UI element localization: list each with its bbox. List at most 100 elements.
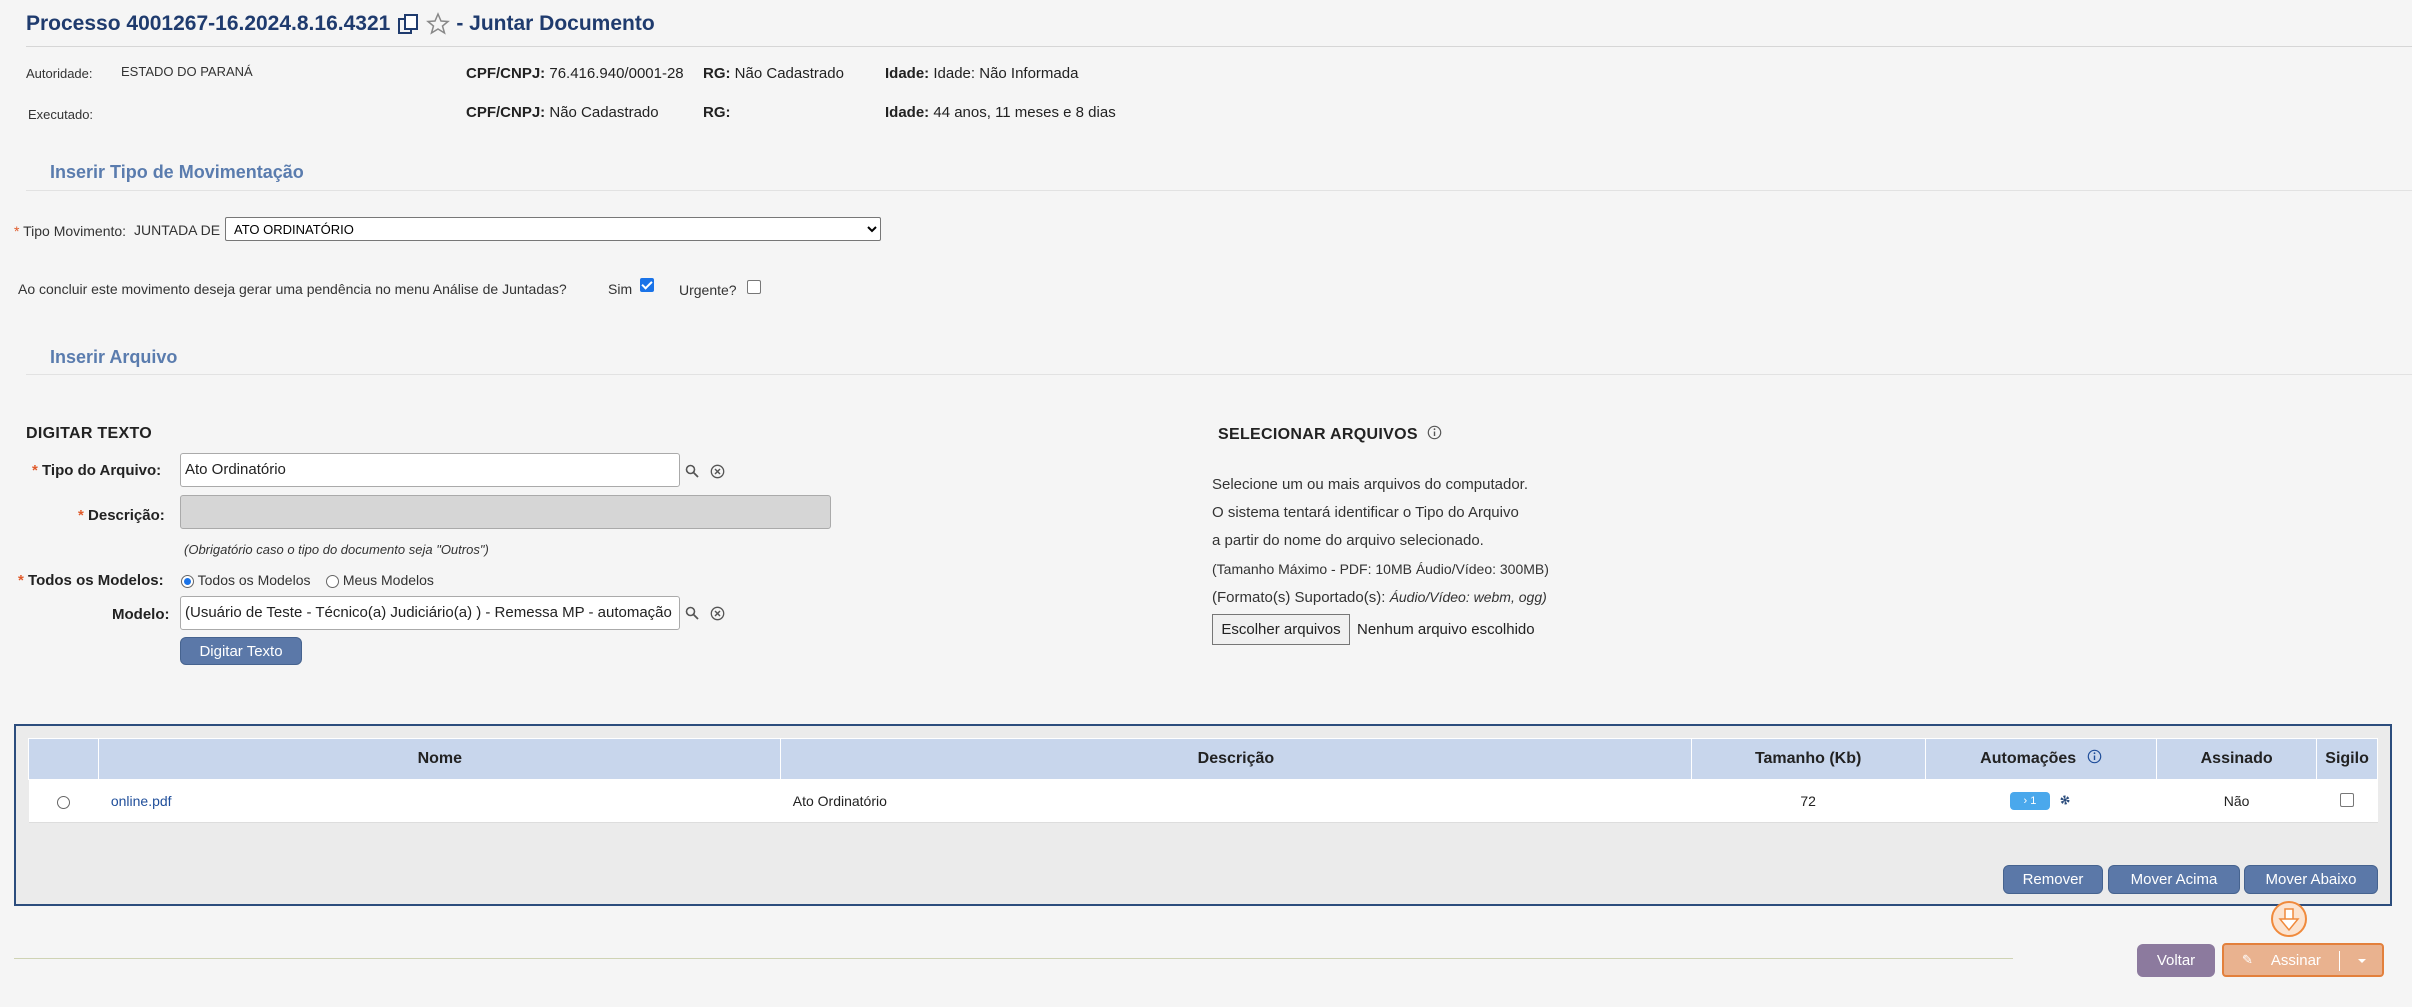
pendencia-question: Ao concluir este movimento deseja gerar …: [18, 281, 567, 297]
row-automacoes-cell: › 1: [1925, 779, 2157, 823]
autoridade-label: Autoridade:: [26, 66, 93, 81]
descricao-input[interactable]: [180, 495, 831, 529]
button-separator: [2339, 951, 2340, 971]
idade-1: Idade: Idade: Não Informada: [885, 65, 1078, 82]
col-automacoes-label: Automações: [1980, 750, 2077, 768]
radio-todos-button[interactable]: [181, 574, 194, 588]
sigilo-checkbox[interactable]: [2340, 792, 2355, 807]
assinar-button[interactable]: ✎ Assinar: [2222, 943, 2384, 977]
gear-icon[interactable]: [2058, 793, 2072, 810]
help-line-5-prefix: (Formato(s) Suportado(s):: [1212, 589, 1386, 606]
voltar-button[interactable]: Voltar: [2137, 944, 2215, 977]
assinar-label: Assinar: [2270, 951, 2321, 969]
divider: [26, 374, 2412, 375]
radio-todos-label: Todos os Modelos: [197, 572, 311, 588]
tipo-arquivo-input[interactable]: Ato Ordinatório: [180, 453, 680, 487]
cpf-2-value: Não Cadastrado: [549, 104, 659, 121]
clear-icon[interactable]: [709, 463, 725, 479]
todos-modelos-label-text: Todos os Modelos:: [28, 572, 164, 589]
search-icon[interactable]: [684, 605, 700, 621]
process-title: Processo 4001267-16.2024.8.16.4321: [26, 12, 391, 35]
selecionar-help: Selecione um ou mais arquivos do computa…: [1212, 471, 1549, 612]
selecionar-arquivos-text: SELECIONAR ARQUIVOS: [1218, 426, 1418, 444]
tipo-movimento-label: * Tipo Movimento:: [14, 223, 127, 239]
tipo-arquivo-label: * Tipo do Arquivo:: [32, 462, 162, 479]
mover-abaixo-button[interactable]: Mover Abaixo: [2244, 865, 2378, 894]
obrigatorio-hint: (Obrigatório caso o tipo do documento se…: [184, 542, 489, 557]
help-line-1: Selecione um ou mais arquivos do computa…: [1212, 476, 1529, 493]
tipo-movimento-select[interactable]: ATO ORDINATÓRIO: [225, 217, 881, 241]
digitar-texto-button[interactable]: Digitar Texto: [180, 637, 302, 665]
info-icon: [1427, 425, 1442, 445]
modelo-input[interactable]: (Usuário de Teste - Técnico(a) Judiciári…: [180, 596, 680, 630]
row-tamanho-cell: 72: [1691, 779, 1926, 823]
arrow-down-icon: [2270, 900, 2308, 943]
divider: [26, 190, 2412, 191]
help-line-4: (Tamanho Máximo - PDF: 10MB Áudio/Vídeo:…: [1212, 561, 1549, 577]
radio-meus-button[interactable]: [326, 574, 339, 588]
table-header-row: Nome Descrição Tamanho (Kb) Automações A…: [27, 738, 2378, 780]
idade-1-value: Idade: Não Informada: [933, 65, 1079, 82]
help-line-2: O sistema tentará identificar o Tipo do …: [1212, 504, 1519, 521]
col-automacoes: Automações: [1924, 738, 2158, 780]
juntada-prefix: JUNTADA DE: [134, 222, 221, 238]
idade-2-value: 44 anos, 11 meses e 8 dias: [933, 104, 1116, 121]
footer-divider: [14, 958, 2013, 959]
radio-meus[interactable]: Meus Modelos: [326, 572, 434, 588]
table-row[interactable]: online.pdf Ato Ordinatório 72 › 1 Não: [28, 779, 2378, 823]
cpf-1: CPF/CNPJ: 76.416.940/0001-28: [466, 65, 684, 82]
urgente-checkbox[interactable]: [747, 280, 761, 294]
mover-acima-button[interactable]: Mover Acima: [2108, 865, 2240, 894]
section-arquivo-title: Inserir Arquivo: [50, 347, 178, 367]
cpf-2-label: CPF/CNPJ:: [466, 104, 546, 121]
row-nome-cell: online.pdf: [98, 779, 781, 823]
files-table: Nome Descrição Tamanho (Kb) Automações A…: [27, 738, 2378, 823]
chevron-down-icon[interactable]: [2356, 954, 2368, 971]
help-line-3: a partir do nome do arquivo selecionado.: [1212, 532, 1484, 549]
tipo-arquivo-label-text: Tipo do Arquivo:: [42, 462, 162, 479]
rg-1-label: RG:: [703, 65, 731, 82]
idade-2-label: Idade:: [885, 104, 930, 121]
row-select-radio[interactable]: [57, 795, 71, 809]
row-sigilo-cell: [2316, 779, 2378, 823]
digitar-texto-heading: DIGITAR TEXTO: [26, 425, 152, 442]
file-link[interactable]: online.pdf: [111, 793, 172, 809]
page-title: Processo 4001267-16.2024.8.16.4321 - Jun…: [26, 12, 655, 36]
row-assinado-cell: Não: [2156, 779, 2317, 823]
choose-files-button[interactable]: Escolher arquivos: [1212, 614, 1350, 645]
col-nome[interactable]: Nome: [98, 738, 782, 780]
modelo-label: Modelo:: [112, 606, 170, 623]
selecionar-arquivos-heading: SELECIONAR ARQUIVOS: [1218, 425, 1442, 445]
col-assinado: Assinado: [2156, 738, 2318, 780]
rg-1: RG: Não Cadastrado: [703, 65, 844, 82]
urgente-label: Urgente?: [679, 282, 737, 298]
automation-badge[interactable]: › 1: [2009, 792, 2050, 811]
executado-label: Executado:: [28, 107, 94, 122]
idade-1-label: Idade:: [885, 65, 930, 82]
star-icon[interactable]: [426, 12, 451, 36]
help-line-5-formats: Áudio/Vídeo: webm, ogg): [1389, 589, 1547, 605]
descricao-label-text: Descrição:: [88, 507, 165, 524]
cpf-1-label: CPF/CNPJ:: [466, 65, 546, 82]
radio-meus-label: Meus Modelos: [342, 572, 434, 588]
cpf-2: CPF/CNPJ: Não Cadastrado: [466, 104, 659, 121]
radio-todos[interactable]: Todos os Modelos: [181, 572, 310, 588]
copy-icon[interactable]: [396, 12, 420, 36]
search-icon[interactable]: [684, 463, 700, 479]
sim-checkbox[interactable]: [640, 278, 654, 292]
descricao-label: * Descrição:: [78, 507, 165, 524]
tipo-movimento-label-text: Tipo Movimento:: [23, 223, 127, 239]
remover-button[interactable]: Remover: [2003, 865, 2103, 894]
sign-icon: ✎: [2242, 952, 2253, 967]
help-line-5: (Formato(s) Suportado(s): Áudio/Vídeo: w…: [1212, 583, 1549, 612]
col-sigilo: Sigilo: [2316, 738, 2378, 780]
col-select: [27, 738, 100, 780]
no-file-text: Nenhum arquivo escolhido: [1357, 621, 1535, 638]
col-descricao[interactable]: Descrição: [780, 738, 1692, 780]
idade-2: Idade: 44 anos, 11 meses e 8 dias: [885, 104, 1116, 121]
info-icon[interactable]: [2087, 749, 2102, 769]
divider: [26, 46, 2412, 47]
clear-icon[interactable]: [709, 605, 725, 621]
col-tamanho[interactable]: Tamanho (Kb): [1690, 738, 1926, 780]
rg-2: RG:: [703, 104, 731, 121]
